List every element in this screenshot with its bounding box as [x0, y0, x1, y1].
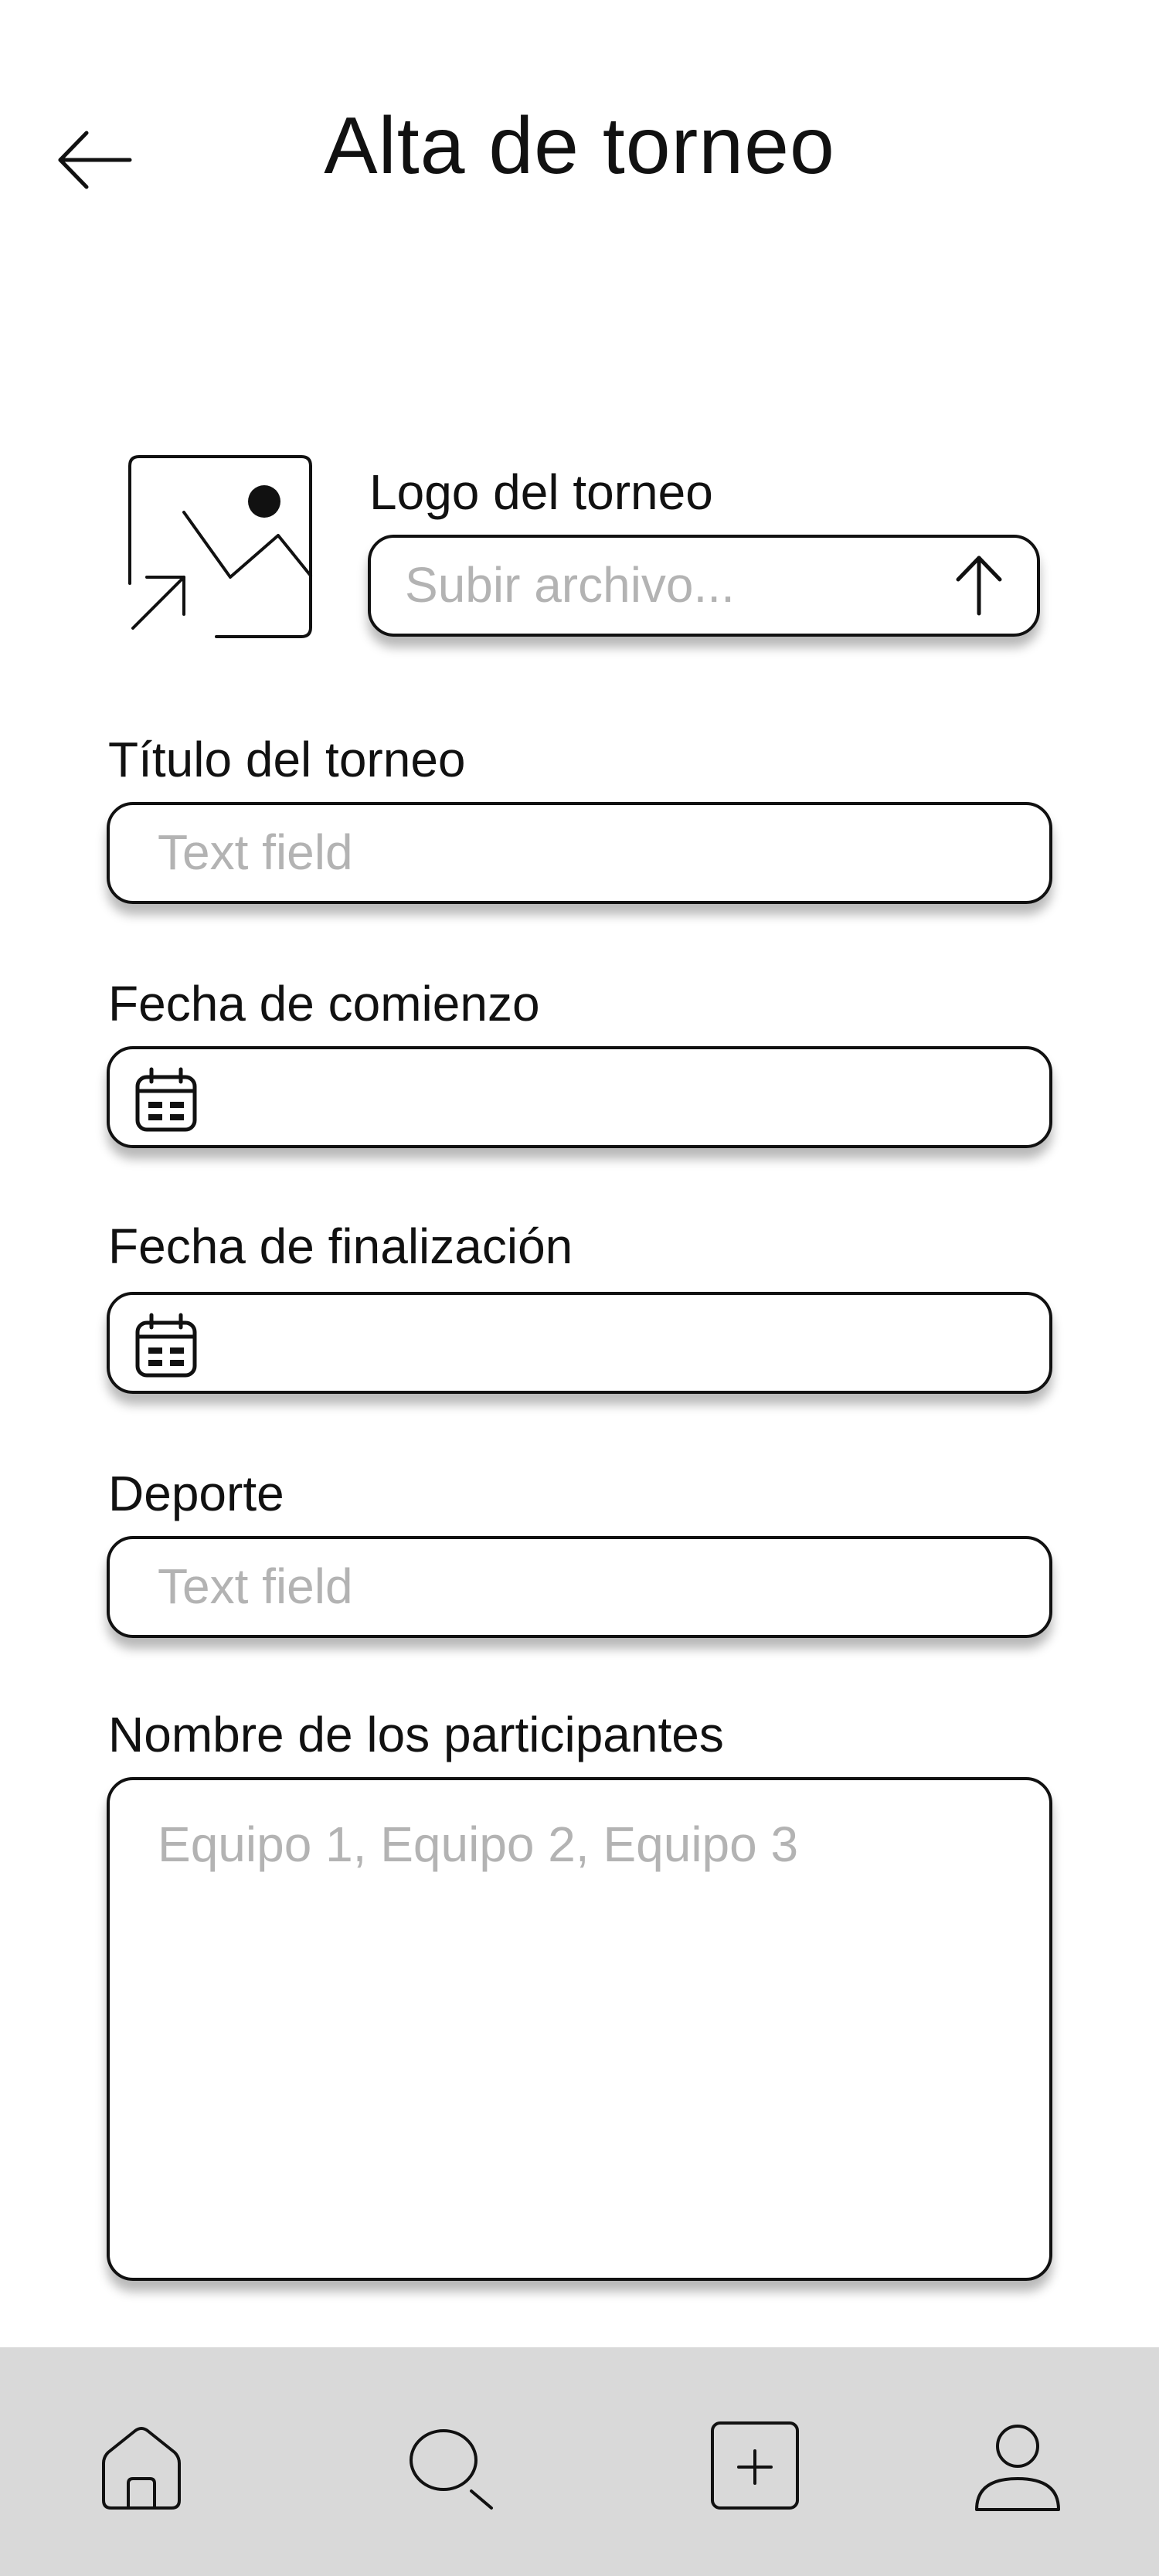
calendar-icon [135, 1067, 197, 1132]
home-icon [102, 2427, 181, 2510]
sport-label: Deporte [108, 1466, 284, 1521]
logo-upload-field[interactable]: Subir archivo... [368, 535, 1040, 637]
calendar-icon [135, 1313, 197, 1378]
tournament-title-field[interactable]: Text field [107, 802, 1052, 904]
end-date-label: Fecha de finalización [108, 1218, 573, 1274]
page: Alta de torneo Logo del torneo Subir arc… [0, 0, 1159, 2576]
participants-textarea[interactable]: Equipo 1, Equipo 2, Equipo 3 [107, 1777, 1052, 2281]
add-square-icon [711, 2421, 799, 2510]
nav-add[interactable] [705, 2417, 805, 2517]
sport-field[interactable]: Text field [107, 1536, 1052, 1638]
logo-label: Logo del torneo [369, 464, 713, 520]
arrow-up-icon [956, 556, 1002, 616]
logo-upload-placeholder: Subir archivo... [405, 557, 735, 613]
nav-search[interactable] [400, 2417, 501, 2517]
end-date-field[interactable] [107, 1292, 1052, 1394]
sport-placeholder: Text field [158, 1558, 353, 1614]
start-date-label: Fecha de comienzo [108, 976, 540, 1031]
participants-placeholder: Equipo 1, Equipo 2, Equipo 3 [158, 1816, 799, 1872]
image-placeholder-icon [124, 452, 318, 641]
tournament-title-placeholder: Text field [158, 824, 353, 880]
bottom-nav [0, 2347, 1159, 2576]
tournament-title-label: Título del torneo [108, 732, 466, 787]
profile-icon [975, 2425, 1060, 2511]
search-icon [410, 2429, 493, 2510]
page-title: Alta de torneo [324, 101, 835, 191]
header: Alta de torneo [0, 0, 1159, 232]
nav-profile[interactable] [967, 2417, 1068, 2517]
start-date-field[interactable] [107, 1046, 1052, 1148]
nav-home[interactable] [91, 2417, 192, 2517]
participants-label: Nombre de los participantes [108, 1707, 724, 1762]
